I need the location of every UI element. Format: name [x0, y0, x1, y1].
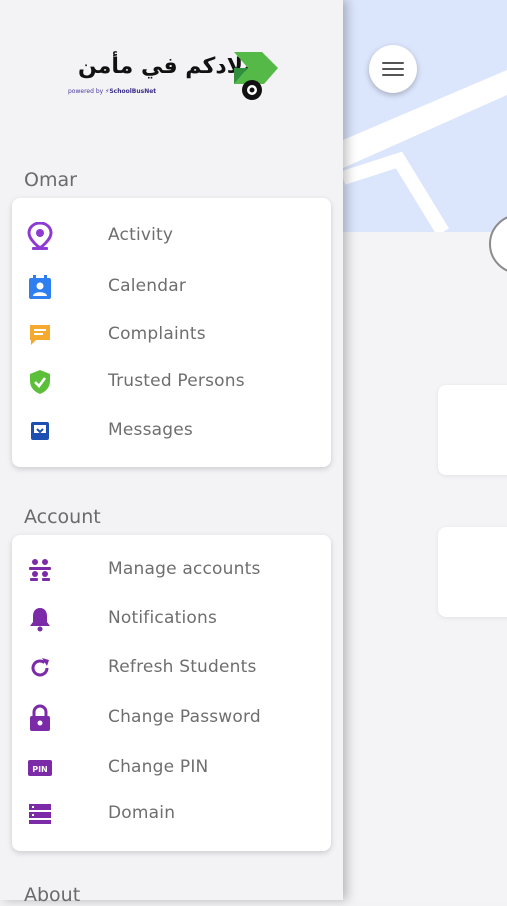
message-icon	[26, 321, 54, 349]
menu-item-notifications[interactable]: Notifications	[12, 596, 331, 642]
shield-check-icon	[26, 368, 54, 396]
menu-item-label: Change Password	[108, 707, 261, 727]
menu-item-label: Refresh Students	[108, 657, 257, 677]
menu-item-label: Domain	[108, 803, 176, 823]
brand-label: SchoolBusNet	[109, 88, 157, 95]
menu-item-label: Notifications	[108, 608, 217, 628]
menu-item-refresh-students[interactable]: Refresh Students	[12, 645, 331, 691]
inbox-icon	[26, 417, 54, 445]
info-card[interactable]	[438, 385, 507, 475]
lock-icon	[26, 704, 54, 732]
menu-item-change-password[interactable]: Change Password	[12, 695, 331, 741]
student-menu-card: Activity Calendar Complaints Trusted Per…	[12, 198, 331, 467]
menu-item-trusted-persons[interactable]: Trusted Persons	[12, 359, 331, 405]
menu-item-label: Calendar	[108, 276, 187, 296]
refresh-icon	[26, 654, 54, 682]
logo-powered-by: powered by ⚡SchoolBusNet	[68, 88, 156, 95]
menu-item-label: Manage accounts	[108, 559, 261, 579]
navigation-drawer: اولادكم في مأمن powered by ⚡SchoolBusNet…	[0, 0, 343, 906]
app-logo: اولادكم في مأمن powered by ⚡SchoolBusNet	[60, 48, 280, 104]
server-icon	[26, 800, 54, 828]
bus-logo-icon	[234, 52, 278, 100]
map-roads	[343, 70, 507, 232]
calendar-person-icon	[26, 273, 54, 301]
map-view[interactable]	[343, 0, 507, 232]
menu-item-messages[interactable]: Messages	[12, 408, 331, 454]
location-pin-icon	[26, 222, 54, 250]
bell-icon	[26, 605, 54, 633]
menu-item-label: Trusted Persons	[108, 371, 245, 391]
manage-accounts-icon	[26, 556, 54, 584]
menu-item-label: Complaints	[108, 324, 206, 344]
section-title-student: Omar	[24, 169, 77, 191]
menu-item-manage-accounts[interactable]: Manage accounts	[12, 547, 331, 593]
powered-by-label: powered by	[68, 88, 104, 95]
menu-item-change-pin[interactable]: PIN Change PIN	[12, 745, 331, 791]
hamburger-icon	[382, 62, 404, 76]
svg-text:PIN: PIN	[32, 765, 48, 774]
account-menu-card: Manage accounts Notifications Refresh St…	[12, 535, 331, 851]
menu-button[interactable]	[369, 45, 417, 93]
info-card[interactable]	[438, 527, 507, 617]
pin-icon: PIN	[26, 754, 54, 782]
menu-item-calendar[interactable]: Calendar	[12, 264, 331, 310]
section-title-account: Account	[24, 506, 101, 528]
menu-item-complaints[interactable]: Complaints	[12, 312, 331, 358]
menu-item-label: Change PIN	[108, 757, 209, 777]
menu-item-label: Messages	[108, 420, 193, 440]
menu-item-domain[interactable]: Domain	[12, 791, 331, 837]
brand-name: ⚡SchoolBusNet	[105, 88, 157, 95]
menu-item-label: Activity	[108, 225, 174, 245]
main-screen	[343, 0, 507, 900]
section-title-about: About	[24, 884, 81, 906]
menu-item-activity[interactable]: Activity	[12, 213, 331, 259]
